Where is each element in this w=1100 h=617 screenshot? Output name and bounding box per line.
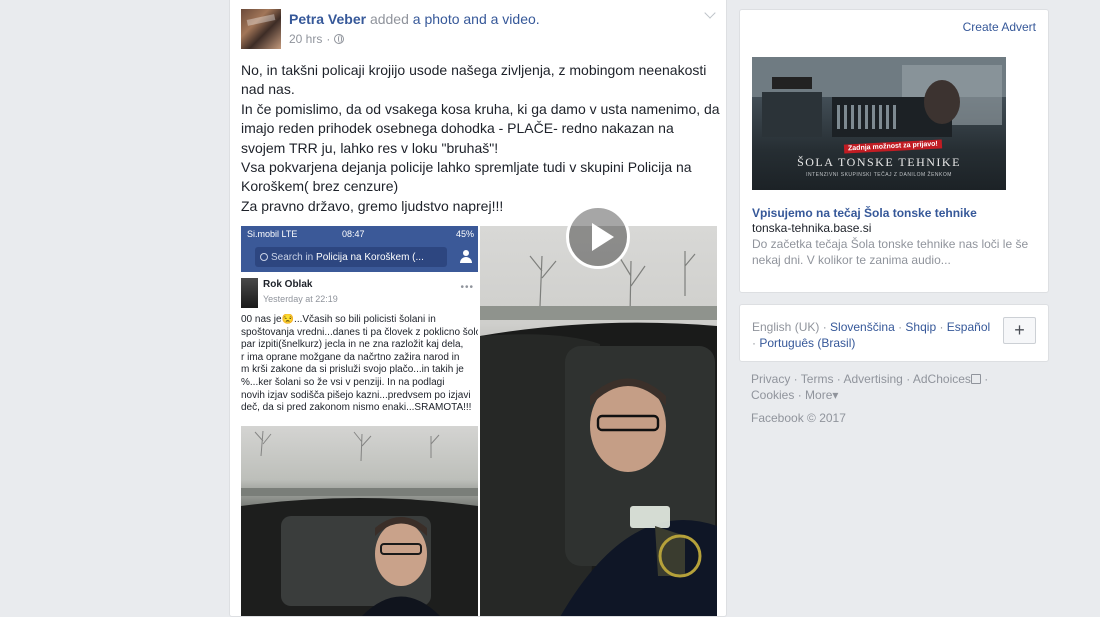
post-action-text: added a photo and a video. bbox=[370, 11, 540, 27]
search-prefix: Search in bbox=[271, 251, 314, 263]
photo-attachment[interactable]: Si.mobil LTE 08:47 45% Search in Policij… bbox=[241, 226, 478, 616]
comment-line: novih izjav sodišča pišejo kazni...predv… bbox=[241, 389, 471, 401]
ad-domain: tonska-tehnika.base.si bbox=[752, 221, 872, 235]
comment-line: 00 nas je😒...Včasih so bili policisti šo… bbox=[241, 314, 436, 325]
comment-body: 00 nas je😒...Včasih so bili policisti šo… bbox=[241, 314, 478, 415]
post-meta: 20 hrs · bbox=[289, 32, 345, 46]
footer-adchoices[interactable]: AdChoices bbox=[913, 372, 971, 386]
comment-line: deč, da si pred zakonom nismo enaki...SR… bbox=[241, 402, 472, 414]
chevron-down-icon[interactable] bbox=[704, 9, 716, 21]
phone-battery: 45% bbox=[455, 229, 474, 239]
phone-time: 08:47 bbox=[342, 229, 365, 239]
phone-carrier: Si.mobil LTE bbox=[247, 229, 298, 239]
action-prefix: added bbox=[369, 11, 409, 27]
author-avatar[interactable] bbox=[241, 9, 281, 49]
comment-line: r ima oprane možgane da načrtno zažira n… bbox=[241, 351, 460, 363]
language-panel: English (UK) · Slovenščina · Shqip · Esp… bbox=[739, 304, 1049, 362]
copyright: Facebook © 2017 bbox=[751, 411, 846, 425]
sep: · bbox=[894, 320, 906, 334]
comment-photo bbox=[241, 426, 478, 616]
video-still-illustration bbox=[480, 251, 717, 616]
comment-line: par izpiti(šnelkurz) jecla in ne zna raz… bbox=[241, 339, 464, 351]
footer-terms[interactable]: Terms bbox=[801, 372, 834, 386]
more-icon: ••• bbox=[460, 282, 474, 293]
more-languages-button[interactable]: + bbox=[1003, 317, 1036, 344]
phone-search-box: Search in Policija na Koroškem (... bbox=[255, 247, 447, 267]
post-text-line: No, in takšni policaji krojijo usode naš… bbox=[241, 62, 707, 98]
comment-line: spoštovanja vredni...danes ti pa človek … bbox=[241, 326, 478, 338]
post-text-line: Za pravno državo, gremo ljudstvo naprej!… bbox=[241, 197, 504, 214]
ad-description: Do začetka tečaja Šola tonske tehnike na… bbox=[752, 237, 1029, 267]
post-text-line: Vsa pokvarjena dejanja policije lahko sp… bbox=[241, 159, 692, 195]
comment-time: Yesterday at 22:19 bbox=[263, 294, 338, 304]
post-text-line: In če pomislimo, da od vsakega kosa kruh… bbox=[241, 100, 720, 156]
video-attachment[interactable] bbox=[480, 226, 717, 616]
commenter-avatar bbox=[241, 278, 258, 308]
ad-panel: Create Advert Zadnja možnost za prijavo!… bbox=[739, 9, 1049, 293]
language-link-portugues[interactable]: Português (Brasil) bbox=[759, 336, 855, 350]
language-list: English (UK) · Slovenščina · Shqip · Esp… bbox=[752, 319, 997, 351]
language-link-espanol[interactable]: Español bbox=[947, 320, 990, 334]
ad-title-link[interactable]: Vpisujemo na tečaj Šola tonske tehnike bbox=[752, 206, 977, 220]
language-link-shqip[interactable]: Shqip bbox=[905, 320, 936, 334]
ad-image-subtitle: INTENZIVNI SKUPINSKI TEČAJ Z DANILOM ŽEN… bbox=[806, 172, 952, 178]
footer-cookies[interactable]: Cookies bbox=[751, 388, 794, 402]
feed-post: Petra Veber added a photo and a video. 2… bbox=[229, 0, 727, 617]
chevron-down-icon: ▾ bbox=[832, 388, 839, 402]
phone-search-bar: Search in Policija na Koroškem (... bbox=[241, 242, 478, 272]
phone-status-bar: Si.mobil LTE 08:47 45% bbox=[241, 226, 478, 242]
post-timestamp[interactable]: 20 hrs bbox=[289, 32, 322, 46]
language-link-slovenscina[interactable]: Slovenščina bbox=[830, 320, 895, 334]
ad-image-title: ŠOLA TONSKE TEHNIKE bbox=[797, 155, 961, 169]
author-name-link[interactable]: Petra Veber bbox=[289, 11, 366, 27]
action-link[interactable]: a photo and a video. bbox=[413, 11, 540, 27]
footer-more[interactable]: More bbox=[805, 388, 832, 402]
search-icon bbox=[260, 253, 268, 261]
search-group: Policija na Koroškem (... bbox=[316, 251, 424, 263]
adchoices-icon bbox=[970, 374, 981, 384]
footer-privacy[interactable]: Privacy bbox=[751, 372, 790, 386]
footer-advertising[interactable]: Advertising bbox=[843, 372, 902, 386]
create-advert-link[interactable]: Create Advert bbox=[963, 20, 1036, 34]
car-photo-illustration bbox=[241, 430, 478, 616]
play-button[interactable] bbox=[566, 205, 630, 269]
sep: · bbox=[819, 320, 831, 334]
friends-icon bbox=[460, 250, 474, 264]
post-header: Petra Veber added a photo and a video. bbox=[289, 11, 540, 27]
footer-links: Privacy · Terms · Advertising · AdChoice… bbox=[751, 372, 989, 402]
sep: · bbox=[936, 320, 947, 334]
post-text: No, in takšni policaji krojijo usode naš… bbox=[241, 61, 721, 216]
commenter-name: Rok Oblak bbox=[263, 279, 313, 290]
ad-image[interactable]: Zadnja možnost za prijavo! ŠOLA TONSKE T… bbox=[752, 57, 1006, 190]
language-current: English (UK) bbox=[752, 320, 820, 334]
comment-line: %...ker šolani so že vsi v penziji. In n… bbox=[241, 376, 445, 388]
studio-illustration bbox=[752, 57, 1006, 137]
meta-separator: · bbox=[326, 32, 331, 46]
globe-icon[interactable] bbox=[334, 34, 345, 44]
comment-line: m krši zakone da si prisluži svojo plačo… bbox=[241, 364, 464, 376]
